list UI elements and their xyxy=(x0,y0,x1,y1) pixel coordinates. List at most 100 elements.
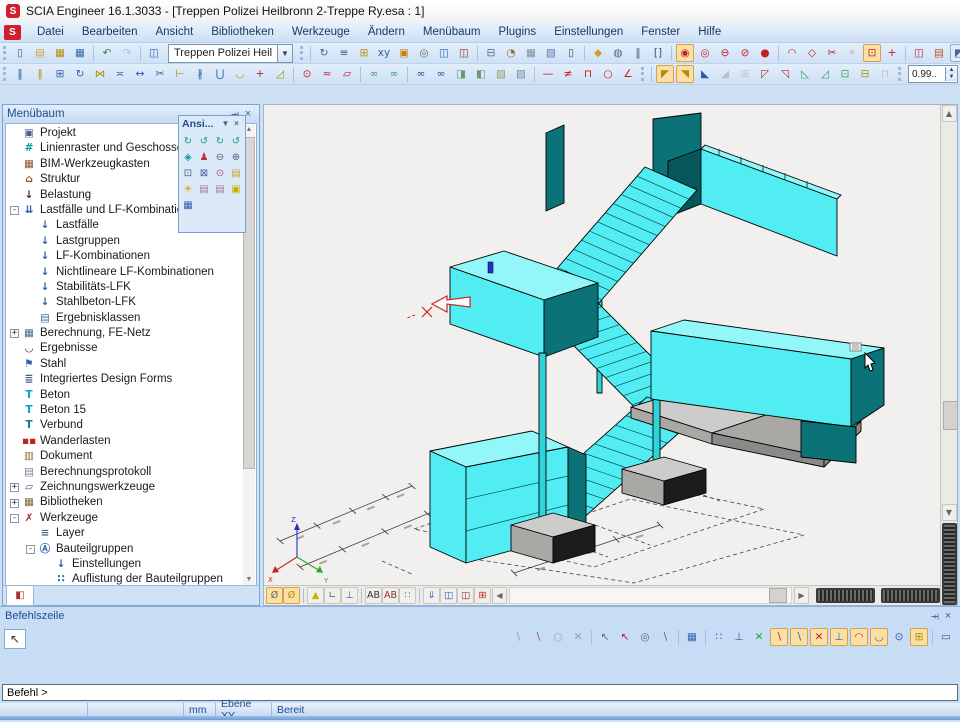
horizontal-scrollbar-thumb[interactable] xyxy=(769,588,787,603)
tree-expander[interactable]: - xyxy=(10,206,19,215)
open-folder-icon[interactable]: ▤ xyxy=(31,44,49,62)
move-member-icon[interactable]: ‖ xyxy=(11,65,29,83)
scroll-up-button[interactable]: ▲ xyxy=(942,105,957,122)
beam-snap-node-icon[interactable]: ◸ xyxy=(756,65,774,83)
table-window-icon[interactable]: ◫ xyxy=(435,44,453,62)
select-invert-icon[interactable]: ⊘ xyxy=(736,44,754,62)
beam-snap-off-icon[interactable]: ⊓ xyxy=(876,65,894,83)
rotate-wheel[interactable] xyxy=(942,523,957,605)
scroll-down-icon[interactable]: ▼ xyxy=(246,575,253,585)
ucs-icon[interactable]: ⊞ xyxy=(910,628,928,646)
new-icon[interactable]: ▯ xyxy=(11,44,29,62)
tree-expander[interactable]: + xyxy=(10,499,19,508)
curve-edit-icon[interactable]: ≈ xyxy=(318,65,336,83)
xy-coords-icon[interactable]: xy xyxy=(375,44,393,62)
status-plane[interactable]: Ebene XY xyxy=(216,703,272,716)
node-move-icon[interactable]: ⊙ xyxy=(298,65,316,83)
tree-item[interactable]: ⚑ Stahl xyxy=(6,357,243,372)
tree-item[interactable]: ↓ LF-Kombinationen xyxy=(6,249,243,264)
zoom-document-icon[interactable]: ◍ xyxy=(609,44,627,62)
grid-window-icon[interactable]: ⊞ xyxy=(474,587,491,604)
tree-item[interactable]: ▤ Berechnungsprotokoll xyxy=(6,465,243,480)
status-units[interactable]: mm xyxy=(184,703,216,716)
beam-snap-grid-icon[interactable]: ⊞ xyxy=(736,65,754,83)
tree-item[interactable]: ↓ Nichtlineare LF-Kombinationen xyxy=(6,265,243,280)
viewport-3d[interactable]: X Y Z xyxy=(263,104,958,606)
scale-spinner[interactable]: 0.99.. ▲▼ xyxy=(908,65,958,83)
teamwork-icon[interactable]: ▤ xyxy=(930,44,948,62)
snap-midpoint-icon[interactable]: ∖ xyxy=(790,628,808,646)
scroll-down-button[interactable]: ▼ xyxy=(942,504,957,521)
tree-expander[interactable]: - xyxy=(26,545,35,554)
tree-item[interactable]: ↓ Stabilitäts-LFK xyxy=(6,280,243,295)
profile-icon[interactable]: ⊓ xyxy=(579,65,597,83)
tree-item[interactable]: ↓ Stahlbeton-LFK xyxy=(6,295,243,310)
trim-icon[interactable]: ✂ xyxy=(151,65,169,83)
tree-item[interactable]: ▪▪ Wanderlasten xyxy=(6,434,243,449)
line-grid-icon[interactable]: ⊥ xyxy=(730,628,748,646)
snap-orthogonal-icon[interactable]: ⊥ xyxy=(830,628,848,646)
pointer-tool-button[interactable]: ↖ xyxy=(4,629,26,649)
snap-off-icon[interactable]: ✕ xyxy=(750,628,768,646)
cursor-up-icon[interactable]: ↖ xyxy=(596,628,614,646)
command-input[interactable]: Befehl > xyxy=(2,684,958,701)
dim-line-icon[interactable]: ∞ xyxy=(365,65,383,83)
loads-display-icon[interactable]: ∟ xyxy=(324,587,341,604)
load-values-icon[interactable]: ⇓ xyxy=(423,587,440,604)
menu-item[interactable]: Hilfe xyxy=(689,24,730,40)
clip-box-icon[interactable]: ▣ xyxy=(229,182,244,197)
copy-member-icon[interactable]: ∥ xyxy=(31,65,49,83)
print-preview-icon[interactable]: ◔ xyxy=(502,44,520,62)
default-view-icon[interactable]: ◈ xyxy=(181,150,196,165)
tree-item[interactable]: + ▦ Berechnung, FE-Netz xyxy=(6,326,243,341)
redo-icon[interactable]: ↷ xyxy=(118,44,136,62)
filter-on-icon[interactable]: ◩ xyxy=(950,44,960,62)
properties-table-icon[interactable]: ◫ xyxy=(910,44,928,62)
join-icon[interactable]: ⋃ xyxy=(211,65,229,83)
deselect-icon[interactable]: ✂ xyxy=(823,44,841,62)
tree-expander[interactable]: - xyxy=(10,514,19,523)
zoom-out-icon[interactable]: ⊖ xyxy=(213,150,228,165)
snap-tangent-icon[interactable]: ◠ xyxy=(850,628,868,646)
toolbar-grip[interactable] xyxy=(3,46,6,60)
rotate-view-icon[interactable]: ↻ xyxy=(181,134,196,149)
beam-snap-int1-icon[interactable]: ◺ xyxy=(796,65,814,83)
tree-item[interactable]: ◡ Ergebnisse xyxy=(6,341,243,356)
fillet-icon[interactable]: ◡ xyxy=(231,65,249,83)
app-menu-icon[interactable]: S xyxy=(4,25,21,40)
document-icon[interactable]: ▯ xyxy=(562,44,580,62)
node-labels-icon[interactable]: AB xyxy=(365,587,382,604)
scroll-right-button[interactable]: ▶ xyxy=(794,587,809,604)
tree-item[interactable]: ≡ Layer xyxy=(6,526,243,541)
brush-icon[interactable]: ▨ xyxy=(492,65,510,83)
zoom-selection-icon[interactable]: ⊙ xyxy=(213,166,228,181)
render-mode2-icon[interactable]: Ø xyxy=(283,587,300,604)
print-icon[interactable]: ⊟ xyxy=(482,44,500,62)
select-remove-icon[interactable]: ⊖ xyxy=(716,44,734,62)
node-marker[interactable] xyxy=(488,262,493,273)
line-icon[interactable]: — xyxy=(539,65,557,83)
beam-snap-plane-icon[interactable]: ⊟ xyxy=(856,65,874,83)
picture-window2-icon[interactable]: ◫ xyxy=(457,587,474,604)
select-polygon-icon[interactable]: ◇ xyxy=(803,44,821,62)
picture-window-icon[interactable]: ◫ xyxy=(440,587,457,604)
rotate-view-x-icon[interactable]: ↺ xyxy=(197,134,212,149)
line-node-icon[interactable]: ∖ xyxy=(656,628,674,646)
select-by-property-icon[interactable]: ◉ xyxy=(676,44,694,62)
menu-item[interactable]: Ansicht xyxy=(146,24,202,40)
toolbar-grip[interactable] xyxy=(898,67,901,81)
project-dropdown[interactable]: Treppen Polizei Heil ▼ xyxy=(168,44,293,63)
select-curve-icon[interactable]: ◠ xyxy=(783,44,801,62)
paste-icon[interactable]: ▣ xyxy=(395,44,413,62)
extend-icon[interactable]: ⊢ xyxy=(171,65,189,83)
toolbar-grip[interactable] xyxy=(3,67,6,81)
multicopy-icon[interactable]: ⊞ xyxy=(51,65,69,83)
zoom-in-icon[interactable]: ⊕ xyxy=(229,150,244,165)
snap-node-icon[interactable]: ⊙ xyxy=(890,628,908,646)
table-window2-icon[interactable]: ◫ xyxy=(455,44,473,62)
delete-draw-icon[interactable]: ✕ xyxy=(569,628,587,646)
paste-properties-icon[interactable]: ◧ xyxy=(472,65,490,83)
menu-item[interactable]: Ändern xyxy=(359,24,414,40)
tree-item[interactable]: ↓ Einstellungen xyxy=(6,557,243,572)
tree-expander[interactable]: + xyxy=(10,483,19,492)
